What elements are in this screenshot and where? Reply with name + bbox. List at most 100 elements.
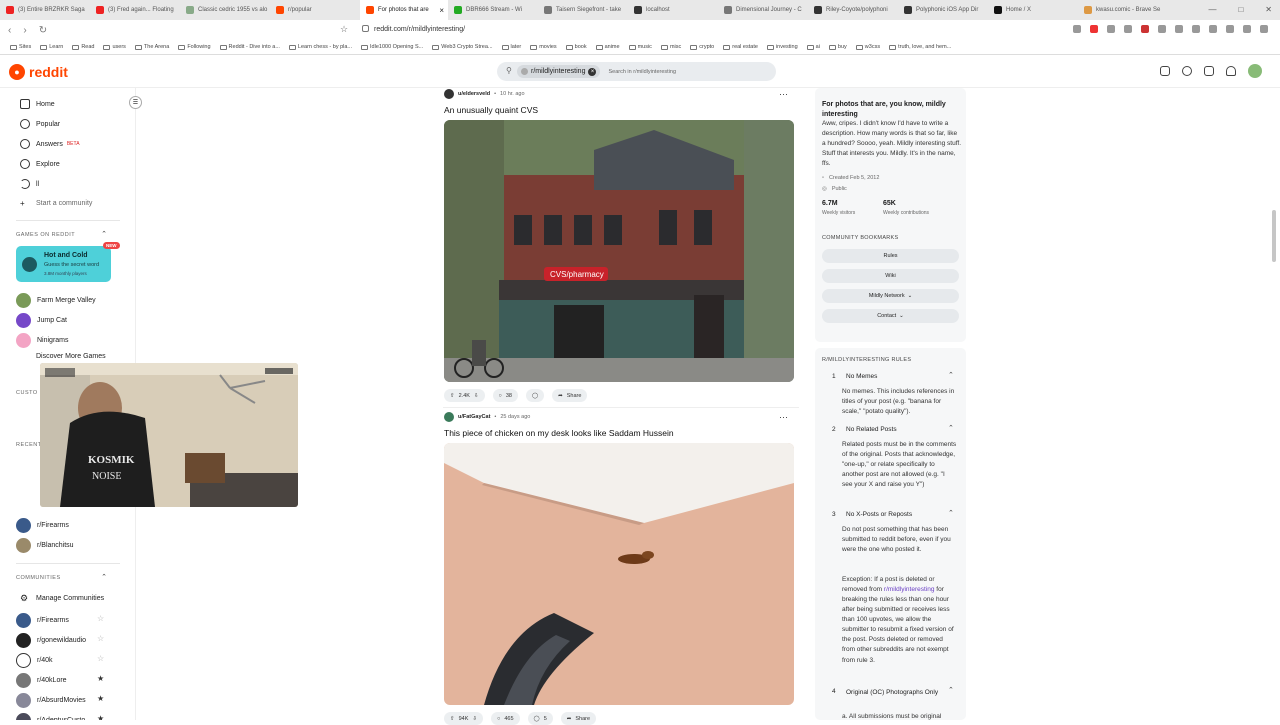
browser-tab[interactable]: (3) Entire BRZRKR Saga (0, 0, 90, 20)
favorite-star-icon[interactable]: ★ (97, 694, 104, 703)
bookmark-item[interactable]: anime (595, 44, 620, 50)
bookmark-item[interactable]: Idle1000 Opening S... (361, 44, 423, 50)
chevron-up-icon[interactable]: ⌃ (101, 230, 107, 238)
recent-item[interactable]: r/Firearms (16, 518, 69, 533)
post-image-cvs-building[interactable]: CVS/pharmacy (444, 120, 794, 382)
favorite-star-icon[interactable]: ★ (97, 714, 104, 720)
community-item[interactable]: r/Firearms (16, 613, 69, 628)
more-options-icon[interactable]: ⋯ (779, 89, 788, 100)
sidebar-item-popular[interactable]: Popular (20, 119, 60, 129)
bookmark-item[interactable]: Read (72, 44, 94, 50)
share-button[interactable]: ➦ Share (560, 712, 597, 725)
bookmark-item[interactable]: w3css (855, 44, 880, 50)
post-image-chicken-on-desk[interactable] (444, 443, 794, 705)
recent-item[interactable]: r/Blanchitsu (16, 538, 74, 553)
webcam-overlay[interactable]: KOSMIK NOISE (40, 363, 298, 507)
post-title[interactable]: An unusually quaint CVS (444, 105, 538, 115)
sidebar-item-explore[interactable]: Explore (20, 159, 60, 169)
bookmark-item[interactable]: The Arena (134, 44, 169, 50)
custom-feeds-header[interactable]: CUSTO (16, 390, 38, 396)
sidebar-item-loading[interactable]: ll (20, 179, 39, 189)
downvote-icon[interactable]: ⇩ (474, 393, 479, 399)
bookmark-item[interactable]: ai (806, 44, 820, 50)
comments-button[interactable]: ○ 38 (492, 389, 518, 402)
rule-name[interactable]: Original (OC) Photographs Only (846, 688, 941, 698)
author-name[interactable]: u/FatGayCat (458, 414, 490, 420)
sidebar-item-start-community[interactable]: + Start a community (20, 199, 92, 208)
forward-icon[interactable]: › (23, 25, 26, 36)
bookmark-item[interactable]: real estate (723, 44, 758, 50)
bookmark-item[interactable]: book (565, 44, 587, 50)
bookmark-item[interactable]: misc (660, 44, 681, 50)
browser-tab[interactable]: Riley-Coyote/polyphoni (808, 0, 898, 20)
chevron-up-icon[interactable]: ⌃ (948, 686, 954, 694)
sidebar-game-item[interactable]: Ninigrams (16, 333, 69, 348)
browser-tab[interactable]: DBR666 Stream - Wi (448, 0, 538, 20)
bookmark-wiki-button[interactable]: Wiki (822, 269, 959, 283)
ads-icon[interactable] (1160, 66, 1170, 76)
extension-icons[interactable] (1073, 25, 1268, 33)
community-item[interactable]: r/gonewildaudio (16, 633, 86, 648)
close-tab-icon[interactable]: × (439, 6, 444, 15)
favorite-star-icon[interactable]: ★ (97, 674, 104, 683)
chevron-up-icon[interactable]: ⌃ (948, 424, 954, 432)
award-button[interactable]: ◯ 5 (527, 712, 553, 725)
more-options-icon[interactable]: ⋯ (779, 412, 788, 423)
rule-name[interactable]: No X-Posts or Reposts (846, 511, 936, 518)
community-item[interactable]: r/40kLore (16, 673, 67, 688)
user-avatar[interactable] (1248, 64, 1262, 78)
bookmark-item[interactable]: truth, love, and hem... (889, 44, 951, 50)
rule-name[interactable]: No Memes (846, 373, 936, 380)
maximize-icon[interactable]: □ (1238, 5, 1243, 14)
browser-tab[interactable]: Taisern Siegefront - take (538, 0, 628, 20)
sidebar-game-item[interactable]: Farm Merge Valley (16, 293, 96, 308)
upvote-icon[interactable]: ⇧ (450, 393, 455, 399)
sidebar-item-home[interactable]: Home (20, 99, 55, 109)
bookmark-item[interactable]: Learn (40, 44, 63, 50)
community-item[interactable]: r/AdeptusCusto (16, 713, 85, 720)
post-title[interactable]: This piece of chicken on my desk looks l… (444, 428, 674, 438)
sidebar-item-answers[interactable]: Answers BETA (20, 139, 80, 149)
recent-header[interactable]: RECENT (16, 442, 42, 448)
bookmark-mildly-network-button[interactable]: Mildly Network ⌄ (822, 289, 959, 303)
bookmark-item[interactable]: users (103, 44, 126, 50)
vote-pill[interactable]: ⇧ 2.4K ⇩ (444, 389, 485, 402)
search-bar[interactable]: ⚲ r/mildlyinteresting × Search in r/mild… (497, 62, 776, 81)
author-avatar[interactable] (444, 412, 454, 422)
bookmark-item[interactable]: Following (178, 44, 211, 50)
browser-tab[interactable]: r/popular (270, 0, 360, 20)
award-button[interactable]: ◯ (526, 389, 545, 402)
minimize-icon[interactable]: — (1208, 5, 1216, 14)
chat-icon[interactable] (1182, 66, 1192, 76)
browser-tab[interactable]: Home / X (988, 0, 1078, 20)
favorite-star-icon[interactable]: ☆ (97, 634, 104, 643)
community-item[interactable]: r/AbsurdMovies (16, 693, 86, 708)
favorite-star-icon[interactable]: ☆ (97, 614, 104, 623)
search-input[interactable]: Search in r/mildlyinteresting (608, 69, 676, 75)
create-post-icon[interactable] (1204, 66, 1214, 76)
vote-pill[interactable]: ⇧ 94K ⇩ (444, 712, 484, 725)
community-item[interactable]: r/40k (16, 653, 53, 668)
bookmark-item[interactable]: investing (766, 44, 798, 50)
bookmark-item[interactable]: music (628, 44, 652, 50)
bookmark-item[interactable]: crypto (690, 44, 714, 50)
browser-tab[interactable]: (3) Fred again... Floating (90, 0, 180, 20)
sidebar-game-item[interactable]: Discover More Games (20, 353, 106, 360)
rule-name[interactable]: No Related Posts (846, 426, 936, 433)
comments-button[interactable]: ○ 465 (491, 712, 520, 725)
bookmark-item[interactable]: Learn chess - by pla... (288, 44, 352, 50)
browser-tab[interactable]: Polyphonic iOS App Dir (898, 0, 988, 20)
url-input[interactable]: reddit.com/r/mildlyinteresting/ (374, 26, 465, 33)
reload-icon[interactable]: ↻ (39, 25, 47, 36)
favorite-star-icon[interactable]: ☆ (97, 654, 104, 663)
upvote-icon[interactable]: ⇧ (450, 716, 455, 722)
page-scrollbar[interactable] (1272, 210, 1276, 262)
subreddit-link[interactable]: r/mildlyinteresting (884, 586, 935, 593)
collapse-sidebar-icon[interactable]: ☰ (129, 96, 142, 109)
search-community-chip[interactable]: r/mildlyinteresting × (517, 65, 601, 78)
bookmark-page-icon[interactable]: ☆ (340, 24, 348, 35)
site-info-icon[interactable] (362, 25, 369, 32)
browser-tab[interactable]: localhost (628, 0, 718, 20)
browser-tab[interactable]: Dimensional Journey - C (718, 0, 808, 20)
bookmark-rules-button[interactable]: Rules (822, 249, 959, 263)
